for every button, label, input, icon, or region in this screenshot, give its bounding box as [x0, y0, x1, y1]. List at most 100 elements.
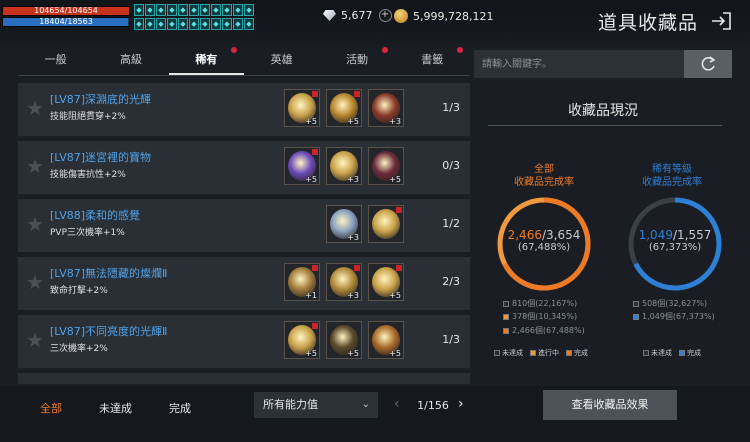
- buff-icon[interactable]: ◆: [189, 4, 199, 16]
- buff-icon[interactable]: ◆: [178, 4, 188, 16]
- buff-icon[interactable]: ◆: [145, 4, 155, 16]
- item-slot[interactable]: +5: [326, 89, 362, 127]
- item-slot[interactable]: +3: [326, 147, 362, 185]
- bookmark-star-icon[interactable]: ★: [26, 271, 48, 293]
- buff-icon[interactable]: ◆: [233, 17, 243, 30]
- filter-all[interactable]: 全部: [40, 400, 62, 416]
- tab-5[interactable]: 書籤: [395, 46, 470, 75]
- buff-icon[interactable]: ◆: [211, 17, 221, 30]
- hp-bar: 104654/104654: [2, 6, 130, 16]
- item-slot[interactable]: +5: [368, 321, 404, 359]
- item-slot[interactable]: +5: [368, 147, 404, 185]
- item-slot[interactable]: [368, 205, 404, 243]
- item-slot[interactable]: +3: [368, 89, 404, 127]
- buff-icon[interactable]: ◆: [211, 4, 221, 16]
- item-slot[interactable]: +3: [326, 263, 362, 301]
- total-legend-progress: 378個(10,345%): [503, 311, 577, 322]
- buff-icon[interactable]: ◆: [222, 4, 232, 16]
- buff-icon[interactable]: ◆: [222, 17, 232, 30]
- collection-name: [LV87]深淵底的光輝: [50, 93, 152, 106]
- collection-name: [LV87]無法隱藏的燦爛Ⅱ: [50, 267, 168, 280]
- buff-icon[interactable]: ◆: [244, 17, 254, 30]
- item-enhance-level: +1: [305, 291, 317, 300]
- collection-name: [LV87]迷宮裡的寶物: [50, 151, 152, 164]
- item-slot[interactable]: +5: [284, 147, 320, 185]
- bookmark-star-icon[interactable]: ★: [26, 329, 48, 351]
- collection-row[interactable]: ★ [LV87]迷宮裡的寶物 技能傷害抗性+2% +5 +3 +5 0/3: [18, 141, 470, 194]
- item-slot[interactable]: +5: [368, 263, 404, 301]
- buff-icon[interactable]: ◆: [156, 17, 166, 30]
- buff-icon[interactable]: ◆: [178, 17, 188, 30]
- add-diamond-button[interactable]: +: [378, 9, 392, 22]
- rare-label-line1: 稀有等級: [652, 164, 692, 175]
- registered-marker: [312, 91, 318, 97]
- search-input[interactable]: [474, 50, 678, 78]
- item-enhance-level: +3: [347, 175, 359, 184]
- total-legend-incomplete: 810個(22,167%): [503, 298, 577, 309]
- search-bar: [474, 50, 732, 78]
- tab-3[interactable]: 英雄: [244, 46, 319, 75]
- key-swatch: [566, 350, 572, 356]
- refresh-icon: [701, 56, 716, 71]
- hp-value: 104654/104654: [34, 6, 98, 15]
- key-label: 未達成: [651, 349, 672, 357]
- buff-icon[interactable]: ◆: [167, 4, 177, 16]
- view-collection-effects-button[interactable]: 查看收藏品效果: [543, 390, 677, 420]
- collection-row[interactable]: [18, 373, 470, 384]
- bookmark-star-icon[interactable]: ★: [26, 155, 48, 177]
- item-slot[interactable]: +5: [326, 321, 362, 359]
- rare-label-line2: 收藏品完成率: [642, 177, 702, 188]
- buff-icon[interactable]: ◆: [134, 4, 144, 16]
- diamond-icon: [323, 10, 336, 21]
- collection-list[interactable]: ★ [LV87]深淵底的光輝 技能阻絕貫穿+2% +5 +5 +3 1/3 ★ [LV87]迷宮…: [18, 80, 470, 384]
- exit-button[interactable]: [710, 11, 732, 31]
- collection-row[interactable]: ★ [LV87]不同亮度的光輝Ⅱ 三次機率+2% +5 +5 +5 1/3: [18, 315, 470, 368]
- status-divider: [488, 125, 722, 126]
- buff-icon[interactable]: ◆: [134, 17, 144, 30]
- bookmark-star-icon[interactable]: ★: [26, 213, 48, 235]
- legend-swatch: [503, 300, 509, 307]
- registered-marker: [396, 265, 402, 271]
- tab-label: 一般: [44, 53, 67, 66]
- collection-effect: 三次機率+2%: [50, 344, 108, 354]
- legend-swatch: [633, 313, 639, 320]
- item-icon: [372, 209, 400, 239]
- item-slot[interactable]: +5: [284, 321, 320, 359]
- prev-page-button[interactable]: ‹: [394, 396, 400, 412]
- item-enhance-level: +5: [305, 349, 317, 358]
- buff-icon[interactable]: ◆: [200, 17, 210, 30]
- buff-icon[interactable]: ◆: [233, 4, 243, 16]
- tab-0[interactable]: 一般: [18, 46, 93, 75]
- registered-marker: [354, 91, 360, 97]
- item-enhance-level: +5: [389, 175, 401, 184]
- collection-row[interactable]: ★ [LV88]柔和的感覺 PVP三次機率+1% +3 1/2: [18, 199, 470, 252]
- buff-icon[interactable]: ◆: [145, 17, 155, 30]
- gold-amount: 5,999,728,121: [413, 9, 494, 23]
- filter-incomplete[interactable]: 未達成: [99, 400, 132, 416]
- collection-row[interactable]: ★ [LV87]深淵底的光輝 技能阻絕貫穿+2% +5 +5 +3 1/3: [18, 83, 470, 136]
- key-swatch: [494, 350, 500, 356]
- tab-4[interactable]: 活動: [319, 46, 394, 75]
- ability-filter-dropdown[interactable]: 所有能力值 ⌄: [254, 392, 378, 418]
- tab-2[interactable]: 稀有: [168, 46, 244, 75]
- bookmark-star-icon[interactable]: ★: [26, 97, 48, 119]
- collection-row[interactable]: ★ [LV87]無法隱藏的燦爛Ⅱ 致命打擊+2% +1 +3 +5 2/3: [18, 257, 470, 310]
- page-indicator: 1/156: [417, 399, 449, 412]
- buff-icon[interactable]: ◆: [189, 17, 199, 30]
- legend-text: 378個(10,345%): [512, 312, 578, 321]
- next-page-button[interactable]: ›: [458, 396, 464, 412]
- collection-progress: 0/3: [442, 159, 460, 172]
- page-title: 道具收藏品: [597, 12, 698, 34]
- buff-icon[interactable]: ◆: [200, 4, 210, 16]
- buff-icon[interactable]: ◆: [167, 17, 177, 30]
- key-swatch: [530, 350, 536, 356]
- item-slot[interactable]: +1: [284, 263, 320, 301]
- item-slot[interactable]: +3: [326, 205, 362, 243]
- buff-icon[interactable]: ◆: [156, 4, 166, 16]
- filter-complete[interactable]: 完成: [169, 400, 191, 416]
- tab-1[interactable]: 高級: [93, 46, 168, 75]
- buff-icon[interactable]: ◆: [244, 4, 254, 16]
- status-title: 收藏品現況: [568, 103, 638, 119]
- refresh-button[interactable]: [684, 50, 732, 78]
- item-slot[interactable]: +5: [284, 89, 320, 127]
